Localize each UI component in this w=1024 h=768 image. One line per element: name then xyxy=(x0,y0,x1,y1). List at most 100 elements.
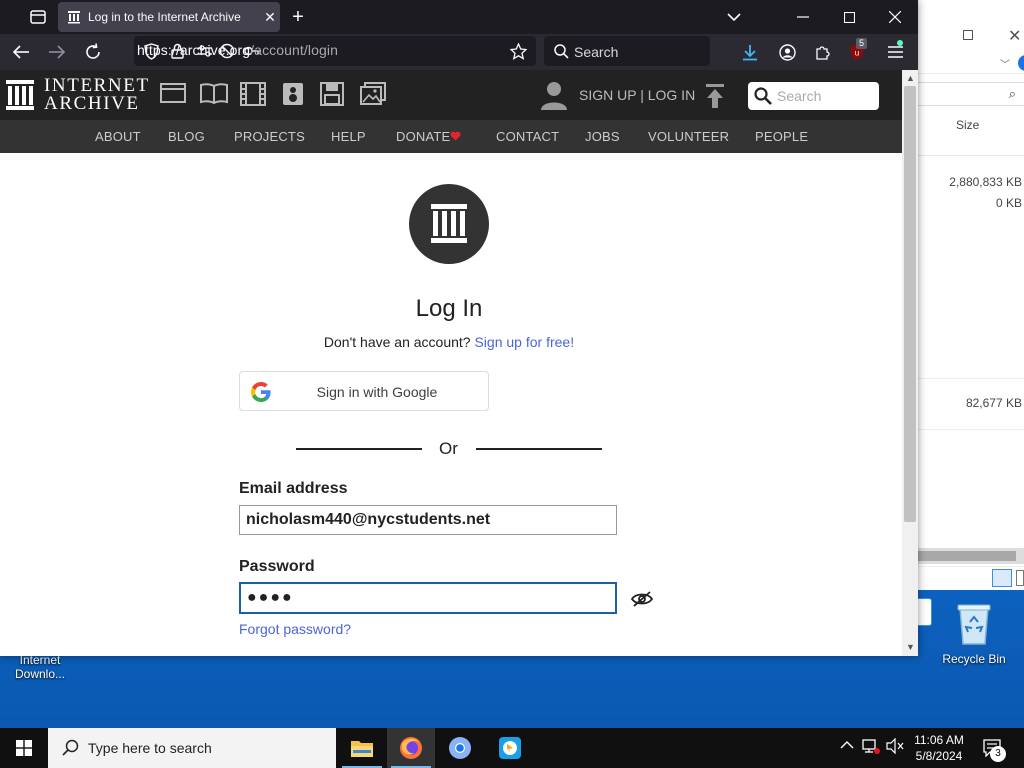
scrollbar-thumb[interactable] xyxy=(916,551,1016,561)
taskbar-firefox[interactable] xyxy=(387,728,435,768)
tray-overflow-chevron-icon[interactable] xyxy=(840,738,854,753)
google-signin-button[interactable]: Sign in with Google xyxy=(239,371,489,411)
maximize-icon[interactable] xyxy=(963,30,973,40)
software-icon[interactable] xyxy=(320,82,348,108)
maximize-icon[interactable] xyxy=(840,8,858,26)
taskbar-chrome[interactable] xyxy=(436,728,484,768)
list-all-tabs-chevron-icon[interactable] xyxy=(724,8,744,26)
forward-arrow-icon[interactable] xyxy=(46,41,68,63)
google-signin-label: Sign in with Google xyxy=(316,384,438,400)
internet-archive-favicon-icon xyxy=(66,9,82,25)
tab-internet-archive-login[interactable]: Log in to the Internet Archive ✕ xyxy=(58,2,280,32)
signup-link[interactable]: Sign up for free! xyxy=(474,334,574,350)
tiles-view-icon[interactable] xyxy=(1016,570,1024,586)
file-size: 82,677 KB xyxy=(965,396,1022,410)
password-field[interactable] xyxy=(239,582,617,614)
url-text[interactable]: https://archive.org/account/login xyxy=(137,42,338,58)
desktop-icon-recycle-bin[interactable]: Recycle Bin xyxy=(934,600,1014,666)
ia-top-header: INTERNET ARCHIVE SIGN UP | LOG IN Search xyxy=(0,70,902,120)
nav-jobs[interactable]: JOBS xyxy=(585,129,620,144)
email-label: Email address xyxy=(239,480,348,497)
page-title: Log In xyxy=(415,295,483,322)
explorer-search-box[interactable]: ⌕ xyxy=(916,82,1024,106)
search-icon xyxy=(553,43,569,59)
nav-about[interactable]: ABOUT xyxy=(95,129,141,144)
close-window-icon[interactable] xyxy=(886,8,904,26)
nav-volunteer[interactable]: VOLUNTEER xyxy=(648,129,729,144)
recycle-bin-icon xyxy=(957,604,991,645)
desktop-icon-internet-download[interactable]: Internet Downlo... xyxy=(0,653,80,681)
email-field[interactable] xyxy=(239,505,617,535)
url-path: /account/login xyxy=(250,42,338,58)
forgot-password-link[interactable]: Forgot password? xyxy=(239,621,351,637)
windows-taskbar: Type here to search 11:06 AM 5/8/2024 3 xyxy=(0,728,1024,768)
size-column-header[interactable]: Size xyxy=(956,118,979,132)
close-icon[interactable]: ✕ xyxy=(1008,26,1021,46)
ia-search-input[interactable]: Search xyxy=(748,82,879,110)
divider-line xyxy=(476,448,602,450)
divider-line xyxy=(296,448,422,450)
texts-icon[interactable] xyxy=(200,82,228,108)
extension-badge-count: 5 xyxy=(856,38,868,49)
taskbar-search-box[interactable]: Type here to search xyxy=(48,728,336,768)
no-account-text: Don't have an account? xyxy=(323,334,471,350)
account-icon[interactable] xyxy=(776,41,798,63)
taskbar-search-placeholder: Type here to search xyxy=(88,740,212,756)
taskbar-app-blue[interactable] xyxy=(486,728,534,768)
images-icon[interactable] xyxy=(360,82,388,108)
nav-projects[interactable]: PROJECTS xyxy=(234,129,305,144)
taskbar-clock[interactable]: 11:06 AM 5/8/2024 xyxy=(908,732,970,764)
navigation-toolbar: https://archive.org/account/login Search… xyxy=(0,34,918,70)
search-bar[interactable]: Search xyxy=(544,36,710,66)
tab-close-icon[interactable]: ✕ xyxy=(260,9,280,26)
ia-logo-icon[interactable] xyxy=(6,80,36,110)
nav-blog[interactable]: BLOG xyxy=(168,129,205,144)
back-arrow-icon[interactable] xyxy=(10,41,32,63)
scroll-down-arrow-icon[interactable]: ▼ xyxy=(906,642,915,652)
clock-time: 11:06 AM xyxy=(914,733,964,747)
help-icon[interactable] xyxy=(1018,55,1024,71)
show-password-eye-slash-icon[interactable] xyxy=(630,589,654,609)
extensions-puzzle-icon[interactable] xyxy=(812,41,834,63)
nav-contact[interactable]: CONTACT xyxy=(496,129,559,144)
volume-muted-icon[interactable] xyxy=(886,737,904,757)
explorer-column-header[interactable]: Size xyxy=(916,112,1024,156)
scrollbar-thumb[interactable] xyxy=(904,86,916,522)
no-account-line: Don't have an account? Sign up for free! xyxy=(0,334,898,350)
web-icon[interactable] xyxy=(160,82,188,108)
new-tab-icon[interactable]: + xyxy=(288,6,308,28)
search-icon xyxy=(754,87,772,105)
explorer-titlebar: ✕ ﹀ xyxy=(916,0,1024,74)
firefox-view-icon[interactable] xyxy=(28,7,48,27)
network-icon[interactable] xyxy=(862,738,880,757)
audio-icon[interactable] xyxy=(282,82,310,108)
download-icon[interactable] xyxy=(739,41,761,63)
explorer-status-bar xyxy=(916,566,1024,590)
explorer-horizontal-scrollbar[interactable] xyxy=(916,548,1024,564)
start-button[interactable] xyxy=(0,728,48,768)
user-avatar-icon[interactable] xyxy=(540,80,570,110)
page-vertical-scrollbar[interactable]: ▲ ▼ xyxy=(902,70,918,656)
video-icon[interactable] xyxy=(240,82,268,108)
search-icon: ⌕ xyxy=(1008,86,1016,101)
nav-donate[interactable]: DONATE xyxy=(396,129,450,144)
bookmark-star-icon[interactable] xyxy=(508,41,528,61)
chrome-icon xyxy=(449,737,471,759)
minimize-icon[interactable] xyxy=(795,8,811,26)
nav-people[interactable]: PEOPLE xyxy=(755,129,808,144)
chevron-down-icon[interactable]: ﹀ xyxy=(1000,56,1010,71)
nav-help[interactable]: HELP xyxy=(331,129,366,144)
signup-login-link[interactable]: SIGN UP | LOG IN xyxy=(579,87,695,103)
details-view-icon[interactable] xyxy=(992,569,1012,587)
file-explorer-window: ✕ ﹀ ⌕ Size 2,880,833 KB 0 KB 82,677 KB xyxy=(914,0,1024,626)
reload-icon[interactable] xyxy=(82,41,104,63)
or-divider-text: Or xyxy=(439,439,458,458)
ia-logo-wordmark[interactable]: INTERNET ARCHIVE xyxy=(44,76,150,114)
heart-icon xyxy=(450,129,462,141)
file-explorer-icon xyxy=(351,741,373,757)
clock-date: 5/8/2024 xyxy=(915,749,963,763)
taskbar-file-explorer[interactable] xyxy=(338,728,386,768)
logo-line-2: ARCHIVE xyxy=(44,93,140,114)
scroll-up-arrow-icon[interactable]: ▲ xyxy=(906,73,915,83)
upload-icon[interactable] xyxy=(705,84,727,108)
